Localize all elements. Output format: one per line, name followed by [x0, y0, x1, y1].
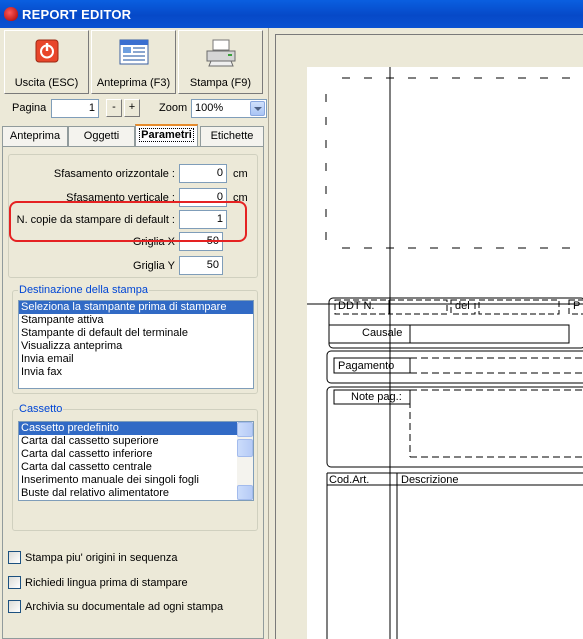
tray-title: Cassetto [18, 403, 64, 415]
zoom-label: Zoom [159, 102, 188, 114]
horizontal-offset-label: Sfasamento orizzontale : [53, 168, 175, 180]
preview-icon [119, 39, 148, 65]
ddt-number-label: DDT N. [338, 300, 375, 312]
app-icon [4, 7, 18, 21]
scroll-up-button[interactable] [237, 422, 253, 437]
report-layout-lines [307, 67, 583, 639]
note-label: Note pag.: [351, 391, 402, 403]
vertical-offset-unit: cm [233, 192, 248, 204]
preview-button[interactable]: Anteprima (F3) [91, 30, 176, 94]
page-next-button[interactable]: + [124, 99, 140, 117]
list-item[interactable]: Carta dal cassetto superiore [19, 435, 253, 448]
zoom-value: 100% [195, 102, 224, 114]
descrizione-column: Descrizione [401, 474, 459, 486]
horizontal-offset-unit: cm [233, 168, 248, 180]
ddt-date-label: del [455, 300, 470, 312]
grid-x-label: Griglia X [132, 236, 175, 248]
grid-y-label: Griglia Y [133, 260, 175, 272]
left-panel: Uscita (ESC) Anteprima (F3) Stampa (F9) … [0, 28, 268, 639]
ask-language-label: Richiedi lingua prima di stampare [25, 577, 188, 589]
vertical-offset-input[interactable]: 0 [179, 188, 227, 207]
cod-art-column: Cod.Art. [329, 474, 370, 486]
list-item[interactable]: Visualizza anteprima [19, 340, 253, 353]
grid-y-input[interactable]: 50 [179, 256, 223, 275]
list-item[interactable]: Carta dal cassetto inferiore [19, 448, 253, 461]
grid-x-input[interactable]: 50 [179, 232, 223, 251]
destination-title: Destinazione della stampa [18, 284, 150, 296]
page-input[interactable]: 1 [51, 99, 99, 118]
list-item[interactable]: Inserimento manuale dei singoli fogli [19, 474, 253, 487]
archive-checkbox[interactable] [8, 600, 21, 613]
chevron-down-icon[interactable] [250, 101, 265, 116]
exit-button-label: Uscita (ESC) [14, 77, 79, 89]
exit-button[interactable]: Uscita (ESC) [4, 30, 89, 94]
parameters-panel: Sfasamento orizzontale : 0 cm Sfasamento… [2, 146, 264, 639]
report-page: DDT N. del P Causale Pagamento Note pag.… [307, 67, 583, 639]
list-item[interactable]: Invia fax [19, 366, 253, 379]
horizontal-offset-input[interactable]: 0 [179, 164, 227, 183]
page-prev-button[interactable]: - [106, 99, 122, 117]
list-item[interactable]: Carta dal cassetto centrale [19, 461, 253, 474]
tab-etichette[interactable]: Etichette [200, 126, 264, 146]
power-icon [35, 39, 58, 63]
list-item[interactable]: Stampante attiva [19, 314, 253, 327]
tray-list[interactable]: Cassetto predefinito Carta dal cassetto … [18, 421, 254, 501]
print-button[interactable]: Stampa (F9) [178, 30, 263, 94]
window-title: REPORT EDITOR [22, 7, 132, 22]
tray-group: Cassetto Cassetto predefinito Carta dal … [12, 403, 258, 531]
zoom-select[interactable]: 100% [191, 99, 267, 118]
tray-scrollbar[interactable] [237, 422, 253, 500]
default-copies-label: N. copie da stampare di default : [16, 214, 175, 226]
scroll-thumb[interactable] [237, 439, 253, 457]
sequence-print-label: Stampa piu' origini in sequenza [25, 552, 178, 564]
print-button-label: Stampa (F9) [189, 77, 252, 89]
preview-button-label: Anteprima (F3) [96, 77, 171, 89]
tab-oggetti[interactable]: Oggetti [68, 126, 135, 146]
list-item[interactable]: Buste dal relativo alimentatore [19, 487, 253, 500]
list-item[interactable]: Seleziona la stampante prima di stampare [19, 301, 253, 314]
archive-label: Archivia su documentale ad ogni stampa [25, 601, 224, 613]
pagamento-label: Pagamento [338, 360, 395, 372]
list-item[interactable]: Cassetto predefinito [19, 422, 253, 435]
causale-label: Causale [362, 327, 403, 339]
tab-anteprima[interactable]: Anteprima [2, 126, 68, 146]
default-copies-input[interactable]: 1 [179, 210, 227, 229]
list-item[interactable]: Invia email [19, 353, 253, 366]
ask-language-checkbox[interactable] [8, 576, 21, 589]
destination-group: Destinazione della stampa Seleziona la s… [12, 284, 258, 394]
tab-parametri[interactable]: Parametri [135, 124, 198, 148]
destination-list[interactable]: Seleziona la stampante prima di stampare… [18, 300, 254, 389]
list-item[interactable]: Stampante di default del terminale [19, 327, 253, 340]
sequence-print-checkbox[interactable] [8, 551, 21, 564]
page-label: Pagina [12, 102, 47, 114]
ddt-p-label: P [573, 300, 581, 312]
title-bar: REPORT EDITOR [0, 0, 583, 28]
printer-icon [206, 39, 235, 67]
vertical-offset-label: Sfasamento verticale : [66, 192, 175, 204]
scroll-down-button[interactable] [237, 485, 253, 500]
